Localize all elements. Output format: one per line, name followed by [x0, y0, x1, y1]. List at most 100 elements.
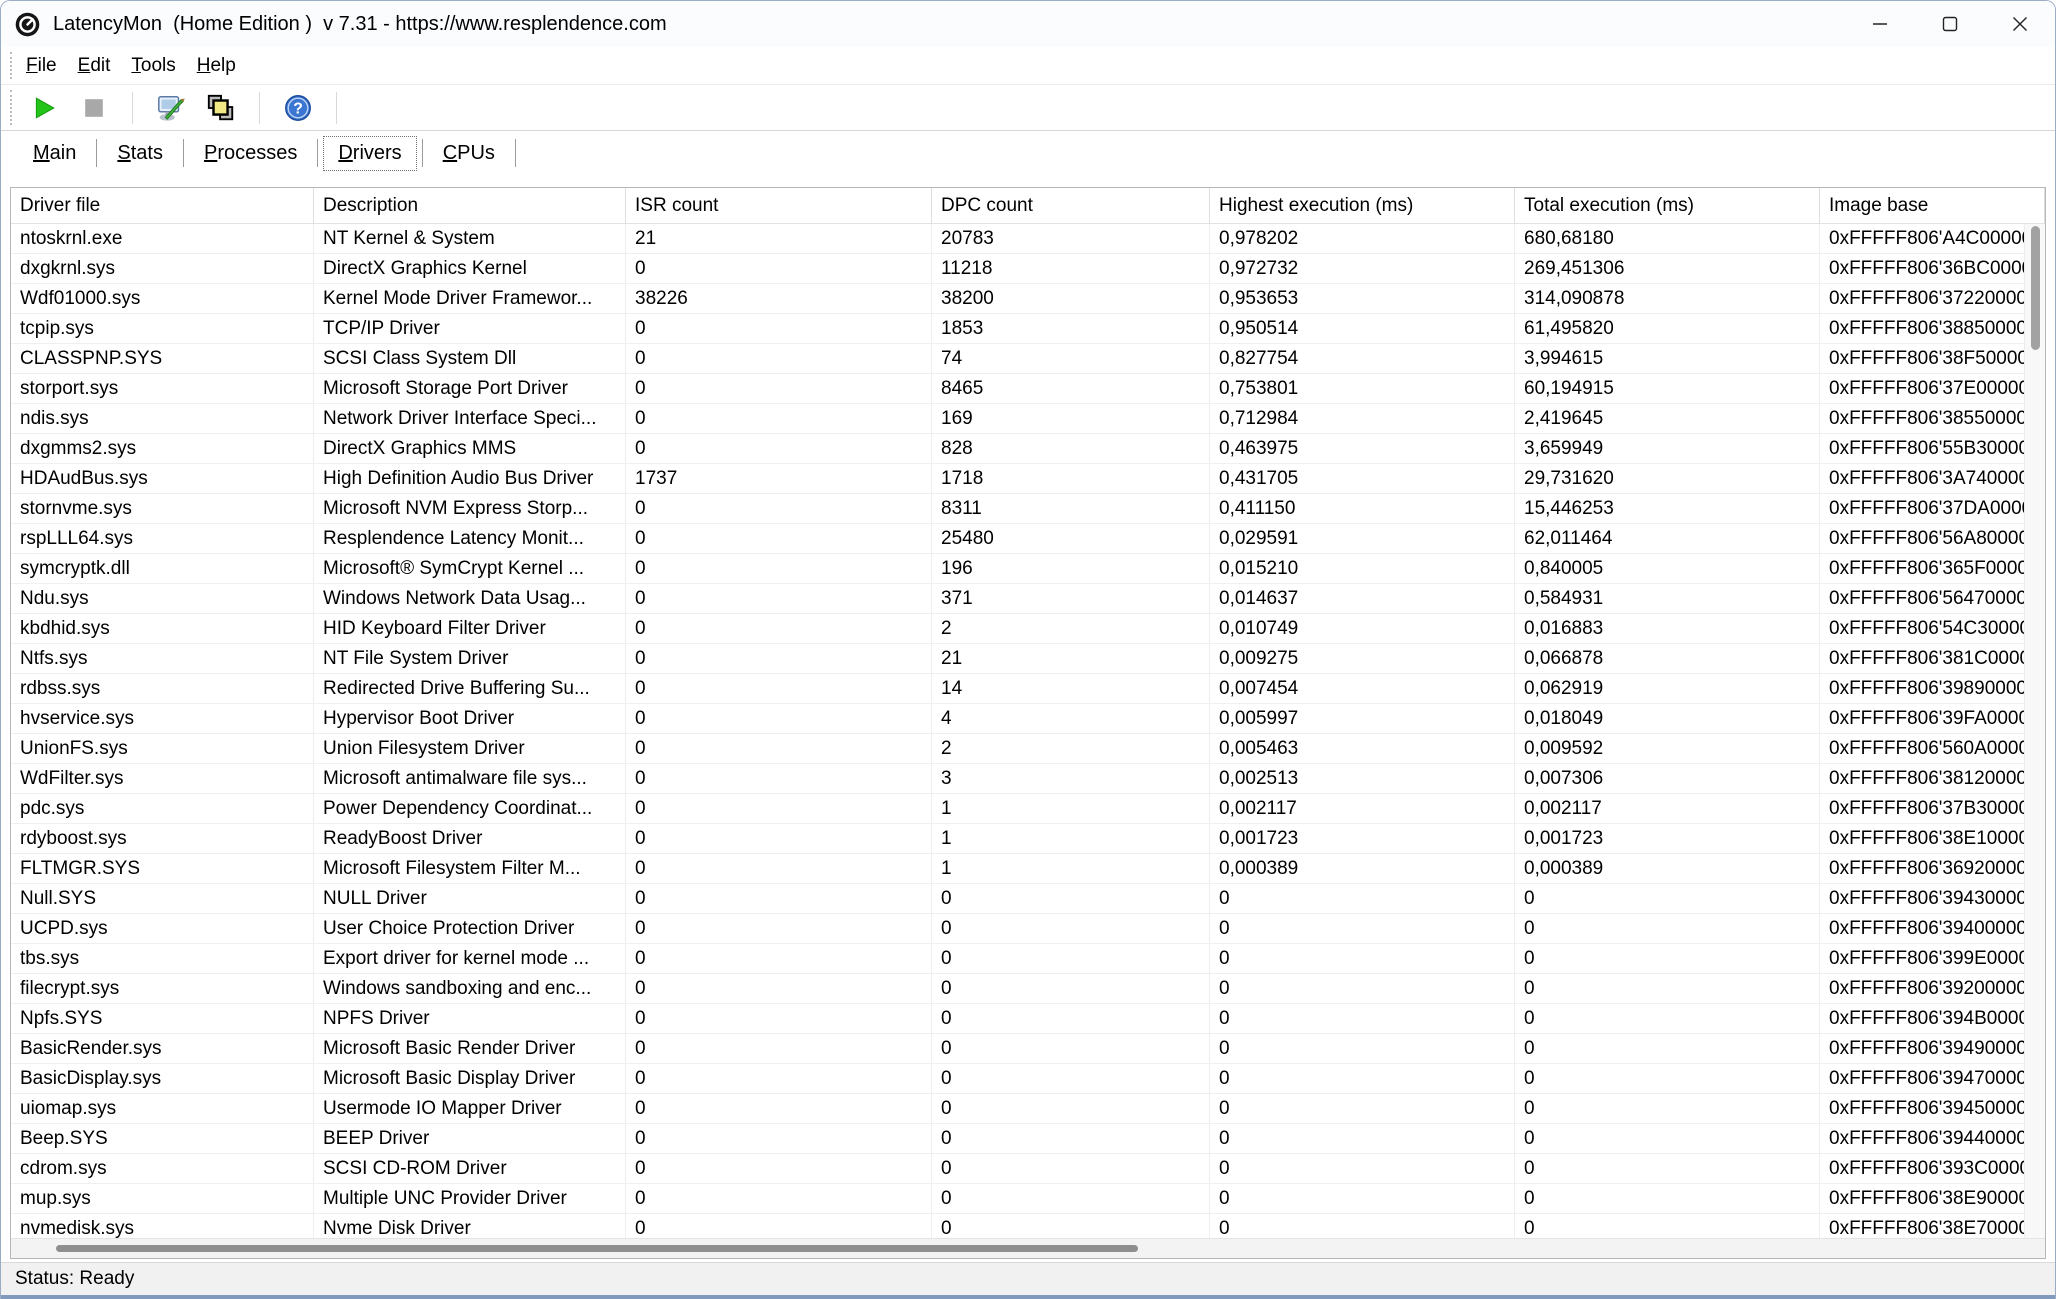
table-row[interactable]: WdFilter.sysMicrosoft antimalware file s…: [11, 764, 2045, 794]
column-header[interactable]: ISR count: [626, 188, 932, 224]
column-header[interactable]: Description: [314, 188, 626, 224]
table-cell: 0xFFFFF806'37DA0000: [1820, 494, 2045, 524]
table-row[interactable]: kbdhid.sysHID Keyboard Filter Driver020,…: [11, 614, 2045, 644]
table-cell: 0: [626, 314, 932, 344]
table-row[interactable]: mup.sysMultiple UNC Provider Driver00000…: [11, 1184, 2045, 1214]
table-row[interactable]: ntoskrnl.exeNT Kernel & System21207830,9…: [11, 224, 2045, 254]
report-button[interactable]: [204, 91, 238, 125]
table-cell: 0,062919: [1515, 674, 1820, 704]
table-row[interactable]: UCPD.sysUser Choice Protection Driver000…: [11, 914, 2045, 944]
table-cell: 196: [932, 554, 1210, 584]
table-cell: 0,953653: [1210, 284, 1515, 314]
table-cell: 0,972732: [1210, 254, 1515, 284]
close-button[interactable]: [1985, 1, 2055, 47]
table-row[interactable]: Wdf01000.sysKernel Mode Driver Framewor.…: [11, 284, 2045, 314]
table-cell: User Choice Protection Driver: [314, 914, 626, 944]
table-row[interactable]: Ndu.sysWindows Network Data Usag...03710…: [11, 584, 2045, 614]
table-row[interactable]: FLTMGR.SYSMicrosoft Filesystem Filter M.…: [11, 854, 2045, 884]
table-row[interactable]: filecrypt.sysWindows sandboxing and enc.…: [11, 974, 2045, 1004]
table-cell: storport.sys: [11, 374, 314, 404]
table-cell: 0,007306: [1515, 764, 1820, 794]
table-cell: Ntfs.sys: [11, 644, 314, 674]
column-header[interactable]: Highest execution (ms): [1210, 188, 1515, 224]
horizontal-scrollbar-thumb[interactable]: [56, 1245, 1138, 1252]
table-row[interactable]: cdrom.sysSCSI CD-ROM Driver00000xFFFFF80…: [11, 1154, 2045, 1184]
table-row[interactable]: symcryptk.dllMicrosoft® SymCrypt Kernel …: [11, 554, 2045, 584]
menu-edit[interactable]: Edit: [75, 53, 114, 79]
table-cell: 0: [1515, 1124, 1820, 1154]
table-cell: 0xFFFFF806'37E00000: [1820, 374, 2045, 404]
table-cell: SCSI Class System Dll: [314, 344, 626, 374]
help-button[interactable]: ?: [281, 91, 315, 125]
tab-cpus[interactable]: CPUs: [428, 136, 510, 171]
table-row[interactable]: BasicRender.sysMicrosoft Basic Render Dr…: [11, 1034, 2045, 1064]
menu-help[interactable]: Help: [194, 53, 239, 79]
table-row[interactable]: Npfs.SYSNPFS Driver00000xFFFFF806'394B00…: [11, 1004, 2045, 1034]
table-cell: 0: [1515, 1154, 1820, 1184]
tab-drivers[interactable]: Drivers: [323, 136, 416, 171]
table-cell: 0xFFFFF806'55B30000: [1820, 434, 2045, 464]
menu-tools[interactable]: Tools: [128, 53, 178, 79]
table-row[interactable]: stornvme.sysMicrosoft NVM Express Storp.…: [11, 494, 2045, 524]
stop-monitor-button[interactable]: [77, 91, 111, 125]
options-icon: [156, 93, 186, 123]
table-cell: stornvme.sys: [11, 494, 314, 524]
table-cell: 0,431705: [1210, 464, 1515, 494]
table-cell: 0: [626, 944, 932, 974]
table-row[interactable]: uiomap.sysUsermode IO Mapper Driver00000…: [11, 1094, 2045, 1124]
table-row[interactable]: hvservice.sysHypervisor Boot Driver040,0…: [11, 704, 2045, 734]
column-header[interactable]: Driver file: [11, 188, 314, 224]
table-cell: 0: [626, 344, 932, 374]
table-row[interactable]: tcpip.sysTCP/IP Driver018530,95051461,49…: [11, 314, 2045, 344]
table-row[interactable]: dxgkrnl.sysDirectX Graphics Kernel011218…: [11, 254, 2045, 284]
table-cell: 0,018049: [1515, 704, 1820, 734]
table-cell: 0,029591: [1210, 524, 1515, 554]
table-cell: FLTMGR.SYS: [11, 854, 314, 884]
table-row[interactable]: HDAudBus.sysHigh Definition Audio Bus Dr…: [11, 464, 2045, 494]
table-row[interactable]: dxgmms2.sysDirectX Graphics MMS08280,463…: [11, 434, 2045, 464]
table-cell: BasicDisplay.sys: [11, 1064, 314, 1094]
menu-file[interactable]: File: [23, 53, 60, 79]
table-cell: 0xFFFFF806'38E10000: [1820, 824, 2045, 854]
table-cell: 0xFFFFF806'399E0000: [1820, 944, 2045, 974]
table-cell: 0xFFFFF806'56A80000: [1820, 524, 2045, 554]
table-cell: 0: [626, 794, 932, 824]
table-cell: 0: [626, 374, 932, 404]
table-row[interactable]: Ntfs.sysNT File System Driver0210,009275…: [11, 644, 2045, 674]
tab-main[interactable]: Main: [18, 136, 91, 171]
table-row[interactable]: tbs.sysExport driver for kernel mode ...…: [11, 944, 2045, 974]
table-row[interactable]: Null.SYSNULL Driver00000xFFFFF806'394300…: [11, 884, 2045, 914]
table-cell: 0: [1210, 1004, 1515, 1034]
table-cell: 169: [932, 404, 1210, 434]
table-row[interactable]: rspLLL64.sysResplendence Latency Monit..…: [11, 524, 2045, 554]
minimize-button[interactable]: [1845, 1, 1915, 47]
tab-processes[interactable]: Processes: [189, 136, 312, 171]
svg-text:?: ?: [293, 100, 303, 117]
table-row[interactable]: pdc.sysPower Dependency Coordinat...010,…: [11, 794, 2045, 824]
column-header[interactable]: DPC count: [932, 188, 1210, 224]
table-row[interactable]: rdyboost.sysReadyBoost Driver010,0017230…: [11, 824, 2045, 854]
table-row[interactable]: ndis.sysNetwork Driver Interface Speci..…: [11, 404, 2045, 434]
column-header[interactable]: Total execution (ms): [1515, 188, 1820, 224]
table-cell: 0,950514: [1210, 314, 1515, 344]
table-cell: 0: [626, 1094, 932, 1124]
horizontal-scrollbar[interactable]: [11, 1238, 2045, 1258]
table-row[interactable]: UnionFS.sysUnion Filesystem Driver020,00…: [11, 734, 2045, 764]
table-row[interactable]: CLASSPNP.SYSSCSI Class System Dll0740,82…: [11, 344, 2045, 374]
toolbar: ?: [1, 85, 2055, 131]
table-row[interactable]: nvmedisk.sysNvme Disk Driver00000xFFFFF8…: [11, 1214, 2045, 1240]
options-button[interactable]: [154, 91, 188, 125]
table-row[interactable]: Beep.SYSBEEP Driver00000xFFFFF806'394400…: [11, 1124, 2045, 1154]
table-row[interactable]: rdbss.sysRedirected Drive Buffering Su..…: [11, 674, 2045, 704]
table-cell: 1718: [932, 464, 1210, 494]
table-cell: Beep.SYS: [11, 1124, 314, 1154]
table-row[interactable]: BasicDisplay.sysMicrosoft Basic Display …: [11, 1064, 2045, 1094]
maximize-button[interactable]: [1915, 1, 1985, 47]
vertical-scrollbar-thumb[interactable]: [2031, 226, 2040, 350]
start-monitor-button[interactable]: [27, 91, 61, 125]
column-header[interactable]: Image base: [1820, 188, 2045, 224]
vertical-scrollbar[interactable]: [2024, 224, 2045, 1238]
table-row[interactable]: storport.sysMicrosoft Storage Port Drive…: [11, 374, 2045, 404]
tab-stats[interactable]: Stats: [102, 136, 178, 171]
table-cell: 0: [932, 1004, 1210, 1034]
